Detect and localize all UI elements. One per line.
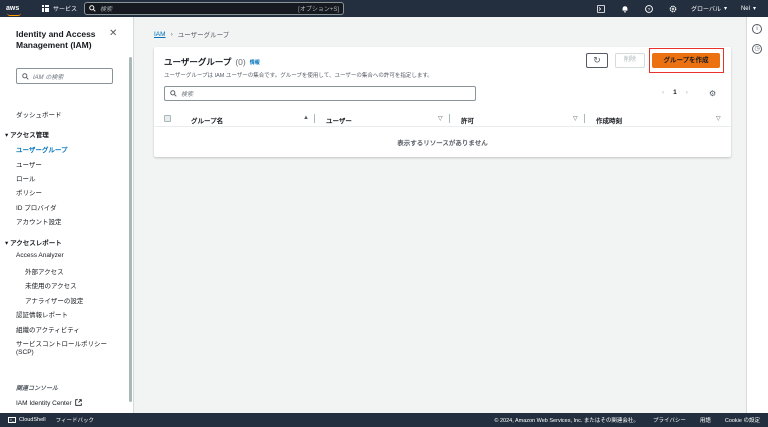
info-link[interactable]: 情報 [250, 59, 260, 66]
cloudshell-icon[interactable] [589, 4, 613, 13]
sidebar-item-organization-activity[interactable]: 組織のアクティビティ [16, 324, 80, 334]
sidebar-item-scp-suffix[interactable]: (SCP) [16, 349, 34, 356]
sidebar-item-external-access[interactable]: 外部アクセス [25, 266, 64, 276]
global-search-input[interactable]: 検索 [オプション+S] [84, 2, 344, 15]
gear-icon[interactable] [661, 5, 685, 13]
aws-logo[interactable]: aws [6, 4, 28, 16]
sidebar-item-credential-report[interactable]: 認証情報レポート [16, 309, 68, 319]
region-label: グローバル [691, 7, 721, 13]
privacy-link[interactable]: プライバシー [653, 416, 686, 424]
services-menu-button[interactable]: サービス [42, 4, 77, 13]
cookie-settings-link[interactable]: Cookie の設定 [725, 416, 760, 424]
chevron-right-icon[interactable]: › [686, 89, 688, 96]
sidebar-scrollbar[interactable] [129, 57, 132, 402]
info-icon[interactable]: i [752, 24, 762, 34]
sidebar-item-account-settings[interactable]: アカウント設定 [16, 216, 62, 226]
aws-logo-text: aws [6, 4, 20, 12]
column-header-creation-time[interactable]: 作成時刻 [596, 115, 622, 125]
help-icon[interactable]: ? [637, 4, 661, 13]
sidebar-item-users[interactable]: ユーザー [16, 159, 42, 169]
refresh-button[interactable]: ↻ [586, 53, 608, 68]
breadcrumb: IAM › ユーザーグループ [154, 29, 230, 40]
sidebar-group-label: アクセスレポート [10, 240, 62, 247]
feedback-link[interactable]: フィードバック [56, 416, 94, 424]
caret-down-icon: ▾ [723, 6, 727, 12]
bell-icon[interactable] [613, 5, 637, 13]
table-search-input[interactable]: 検索 [164, 86, 476, 101]
group-count: (0) [235, 57, 246, 67]
empty-state-message: 表示するリソースがありません [397, 140, 488, 147]
service-title[interactable]: Identity and Access Management (IAM) [16, 29, 116, 51]
chevron-left-icon[interactable]: ‹ [662, 89, 664, 96]
copyright-text: © 2024, Amazon Web Services, Inc. またはその関… [494, 418, 639, 424]
iam-search-placeholder: IAM の検索 [33, 74, 64, 81]
create-group-button[interactable]: グループを作成 [652, 53, 720, 68]
services-label: サービス [53, 7, 78, 13]
column-header-permissions[interactable]: 許可 [461, 115, 474, 125]
breadcrumb-iam-link[interactable]: IAM [154, 31, 166, 38]
external-link-icon [75, 399, 83, 406]
select-all-checkbox[interactable] [164, 115, 171, 122]
sort-icon[interactable]: ▽ [716, 115, 721, 122]
sidebar-item-identity-center[interactable]: IAM Identity Center [16, 399, 83, 407]
sidebar-group-access-management[interactable]: ▾ アクセス管理 [5, 129, 49, 139]
grid-icon [42, 5, 49, 12]
table-search-placeholder: 検索 [181, 92, 194, 98]
page-number[interactable]: 1 [673, 89, 677, 96]
clock-icon[interactable]: ◷ [752, 44, 762, 54]
search-shortcut: [オプション+S] [298, 7, 339, 13]
sidebar-item-dashboard[interactable]: ダッシュボード [16, 109, 62, 119]
column-header-users[interactable]: ユーザー [326, 115, 352, 125]
iam-search-input[interactable]: IAM の検索 [16, 68, 113, 84]
account-menu[interactable]: Nel ▾ [740, 5, 756, 13]
breadcrumb-current: ユーザーグループ [177, 32, 230, 39]
terminal-icon: >_ [8, 417, 16, 423]
cloudshell-button[interactable]: >_ CloudShell [8, 417, 46, 423]
panel-title-text: ユーザーグループ [164, 57, 232, 67]
gear-icon[interactable]: ⚙ [709, 89, 716, 98]
search-icon [89, 5, 96, 12]
search-icon [22, 72, 29, 80]
cloudshell-label: CloudShell [19, 417, 46, 423]
top-navigation: aws サービス 検索 [オプション+S] ? グローバル ▾ Nel ▾ [0, 0, 768, 17]
identity-center-label: IAM Identity Center [16, 400, 72, 407]
sidebar-item-user-groups[interactable]: ユーザーグループ [16, 144, 67, 154]
sort-ascending-icon[interactable]: ▲ [303, 115, 309, 121]
delete-button[interactable]: 削除 [615, 53, 645, 68]
sidebar-item-id-providers[interactable]: ID プロバイダ [16, 202, 57, 212]
user-label: Nel [740, 5, 750, 12]
footer: >_ CloudShell フィードバック © 2024, Amazon Web… [0, 413, 768, 427]
close-icon[interactable]: ✕ [109, 28, 117, 39]
chevron-right-icon: › [170, 30, 173, 38]
column-header-group-name[interactable]: グループ名 [191, 115, 223, 125]
svg-text:?: ? [648, 6, 651, 12]
sidebar-item-unused-access[interactable]: 未使用のアクセス [25, 280, 77, 290]
sidebar-item-roles[interactable]: ロール [16, 173, 36, 183]
sidebar-item-scp[interactable]: サービスコントロールポリシー [16, 338, 107, 348]
related-consoles-heading: 関連コンソール [16, 386, 59, 392]
side-navigation: Identity and Access Management (IAM) ✕ I… [0, 17, 134, 413]
refresh-icon: ↻ [593, 55, 601, 65]
search-placeholder: 検索 [100, 7, 113, 13]
page-title: ユーザーグループ (0) 情報 [164, 56, 260, 68]
terms-link[interactable]: 用語 [700, 416, 711, 424]
caret-down-icon: ▾ [752, 6, 756, 12]
sidebar-group-label: アクセス管理 [10, 132, 49, 139]
sidebar-item-analyzer-settings[interactable]: アナライザーの設定 [25, 295, 83, 305]
panel-description: ユーザーグループは IAM ユーザーの集合です。グループを使用して、ユーザーの集… [164, 73, 433, 79]
sidebar-group-access-reports[interactable]: ▾ アクセスレポート [5, 237, 62, 247]
region-selector[interactable]: グローバル ▾ [691, 4, 727, 13]
user-groups-panel: ユーザーグループ (0) 情報 ユーザーグループは IAM ユーザーの集合です。… [154, 47, 731, 157]
search-icon [170, 90, 177, 97]
sort-icon[interactable]: ▽ [438, 115, 443, 122]
pagination: ‹ 1 › [662, 89, 688, 96]
tools-rail: i ◷ [746, 17, 768, 413]
sidebar-item-access-analyzer[interactable]: Access Analyzer [16, 252, 64, 259]
table-header: グループ名 ▲ ユーザー ▽ 許可 ▽ 作成時刻 ▽ [154, 111, 731, 127]
sort-icon[interactable]: ▽ [573, 115, 578, 122]
sidebar-item-policies[interactable]: ポリシー [16, 187, 42, 197]
